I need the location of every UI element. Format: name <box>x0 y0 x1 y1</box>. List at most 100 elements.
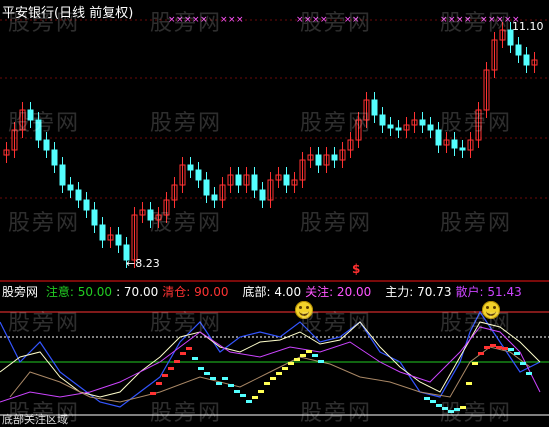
step-bar <box>294 358 300 361</box>
legend-item: 关注: 20.00 <box>305 285 372 299</box>
candle-body <box>51 149 58 166</box>
candle-body <box>83 199 90 211</box>
step-bar <box>228 384 234 387</box>
watermark-text: 股旁网 <box>300 111 373 136</box>
watermark-text: 股旁网 <box>300 11 373 36</box>
step-bar <box>508 348 514 351</box>
step-bar <box>478 352 484 355</box>
legend-item: 散户: 51.43 <box>455 285 522 299</box>
buy-signal-icon: $ <box>352 262 361 276</box>
step-bar <box>264 382 270 385</box>
legend-item: 清仓: 90.00 <box>162 285 229 299</box>
step-bar <box>204 372 210 375</box>
watermark-text: 股旁网 <box>150 401 223 426</box>
step-bar <box>502 347 508 350</box>
candle-body <box>427 124 434 131</box>
step-bar <box>186 347 192 350</box>
watermark-text: 股旁网 <box>300 311 373 336</box>
candle-body <box>99 224 106 241</box>
watermark-text: 股旁网 <box>8 401 81 426</box>
watermark-text: 股旁网 <box>440 211 513 236</box>
candle-body <box>515 44 522 56</box>
candle-body <box>187 164 194 171</box>
watermark-text: 股旁网 <box>8 111 81 136</box>
candle-body <box>43 139 50 151</box>
legend-item: 底部: 4.00 <box>242 285 302 299</box>
candle-body <box>379 114 386 126</box>
candle-body <box>331 154 338 161</box>
step-bar <box>496 346 502 349</box>
candle-body <box>387 124 394 129</box>
step-bar <box>168 367 174 370</box>
watermark-text: 股旁网 <box>150 311 223 336</box>
watermark-text: 股旁网 <box>150 11 223 36</box>
step-bar <box>234 390 240 393</box>
candle-body <box>259 189 266 201</box>
step-bar <box>526 372 532 375</box>
step-bar <box>252 396 258 399</box>
candle-body <box>67 184 74 191</box>
watermark-text: 股旁网 <box>150 211 223 236</box>
step-bar <box>288 362 294 365</box>
step-bar <box>174 360 180 363</box>
step-bar <box>180 352 186 355</box>
candle-body <box>115 234 122 246</box>
step-bar <box>282 367 288 370</box>
candlestick-panel[interactable]: × × × × × × × × × × × × × × × × × × × × × × × 平安银行(日线 前复权) 11.… <box>0 0 549 280</box>
step-bar <box>484 346 490 349</box>
candlestick-chart[interactable]: × × × × × × × × × × × × × × × × × × × × × × × <box>0 0 549 280</box>
candle-body <box>235 174 242 186</box>
step-bar <box>466 382 472 385</box>
candle-body <box>315 154 322 166</box>
candle-body <box>203 179 210 196</box>
step-bar <box>520 362 526 365</box>
candle-body <box>91 209 98 226</box>
step-bar <box>300 354 306 357</box>
legend-item: 主力: 70.73 <box>385 285 452 299</box>
candle-body <box>195 169 202 181</box>
watermark-text: 股旁网 <box>8 211 81 236</box>
indicator-legend: 股旁网 注意: 50.00: 70.00 清仓: 90.00 底部: 4.00 关注:… <box>2 283 522 300</box>
high-price-label: 11.10 <box>512 20 544 33</box>
step-bar <box>276 372 282 375</box>
step-bar <box>258 390 264 393</box>
candle-body <box>251 174 258 191</box>
legend-item: : 70.00 <box>116 285 159 299</box>
low-price-label: ←8.23 <box>126 257 160 270</box>
step-bar <box>198 367 204 370</box>
step-bar <box>312 354 318 357</box>
step-bar <box>270 377 276 380</box>
candle-body <box>283 174 290 186</box>
legend-item: 注意: 50.00 <box>45 285 113 299</box>
step-bar <box>162 374 168 377</box>
watermark-text: 股旁网 <box>8 11 81 36</box>
candle-body <box>371 99 378 116</box>
indicator-name: 股旁网 <box>2 285 39 299</box>
watermark-text: 股旁网 <box>440 11 513 36</box>
step-bar <box>156 382 162 385</box>
step-bar <box>240 394 246 397</box>
step-bar <box>318 360 324 363</box>
signal-marker: × <box>228 15 236 25</box>
watermark-text: 股旁网 <box>440 401 513 426</box>
step-bar <box>192 357 198 360</box>
watermark-text: 股旁网 <box>300 401 373 426</box>
step-bar <box>222 377 228 380</box>
watermark-text: 股旁网 <box>440 111 513 136</box>
step-bar <box>246 400 252 403</box>
candle-body <box>75 189 82 201</box>
candle-body <box>395 127 402 131</box>
candle-body <box>523 54 530 66</box>
watermark-text: 股旁网 <box>150 111 223 136</box>
candle-body <box>459 147 466 151</box>
step-bar <box>210 377 216 380</box>
step-bar <box>514 352 520 355</box>
step-bar <box>306 350 312 353</box>
watermark-text: 股旁网 <box>8 311 81 336</box>
watermark-text: 股旁网 <box>300 211 373 236</box>
watermark-text: 股旁网 <box>440 311 513 336</box>
signal-marker: × <box>236 15 244 25</box>
step-bar <box>216 382 222 385</box>
step-bar <box>472 362 478 365</box>
candle-body <box>211 194 218 201</box>
